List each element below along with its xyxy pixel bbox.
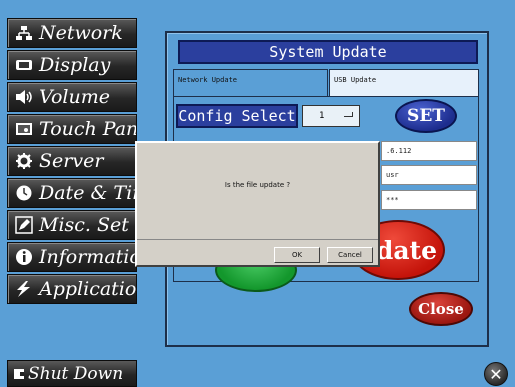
sidebar-item-label: Display (39, 54, 111, 76)
sidebar: Network Display Volume Touch Panel Serve… (0, 0, 140, 387)
network-icon (13, 24, 35, 42)
display-icon (13, 56, 35, 74)
ok-button[interactable]: OK (274, 247, 320, 263)
tab-network-update[interactable]: Network Update (173, 69, 328, 97)
server-address-field[interactable]: .6.112 (381, 141, 477, 161)
sidebar-item-label: Application (39, 278, 137, 300)
sidebar-item-label: Information (39, 246, 136, 268)
exit-button[interactable]: ✕ (484, 362, 508, 386)
sidebar-item-application[interactable]: Application (7, 274, 137, 304)
gear-icon (13, 152, 35, 170)
set-button[interactable]: SET (395, 99, 457, 133)
shutdown-icon (14, 368, 24, 379)
sidebar-item-touch-panel[interactable]: Touch Panel (7, 114, 137, 144)
password-field[interactable]: *** (381, 190, 477, 210)
panel-title: System Update (178, 40, 478, 64)
sidebar-item-misc-set[interactable]: Misc. Set (7, 210, 137, 240)
sidebar-item-information[interactable]: Information (7, 242, 137, 272)
dialog-divider (137, 239, 378, 240)
sidebar-item-server[interactable]: Server (7, 146, 137, 176)
clock-icon (13, 184, 35, 202)
touch-panel-icon (13, 120, 35, 138)
volume-icon (13, 88, 35, 106)
info-icon (13, 248, 35, 266)
sidebar-item-label: Server (39, 150, 104, 172)
sidebar-item-label: Date & Time (39, 182, 136, 204)
config-select-value: 1 (319, 111, 325, 121)
config-select-label: Config Select (176, 104, 298, 128)
sidebar-item-label: Misc. Set (39, 214, 129, 236)
shutdown-label: Shut Down (28, 363, 124, 384)
sidebar-item-label: Volume (39, 86, 110, 108)
sidebar-item-label: Touch Panel (39, 118, 136, 140)
cancel-button[interactable]: Cancel (327, 247, 373, 263)
username-field[interactable]: usr (381, 165, 477, 185)
confirm-dialog: Is the file update ? OK Cancel (135, 141, 380, 267)
tab-usb-update[interactable]: USB Update (329, 69, 479, 97)
sidebar-item-date-time[interactable]: Date & Time (7, 178, 137, 208)
dialog-message: Is the file update ? (224, 181, 291, 189)
close-button[interactable]: Close (409, 292, 473, 326)
sidebar-item-volume[interactable]: Volume (7, 82, 137, 112)
lightning-icon (13, 280, 35, 298)
sidebar-item-network[interactable]: Network (7, 18, 137, 48)
shutdown-button[interactable]: Shut Down (7, 360, 137, 387)
dropdown-arrow-icon (344, 112, 353, 117)
config-select-dropdown[interactable]: 1 (302, 105, 360, 127)
pencil-icon (13, 216, 35, 234)
sidebar-item-display[interactable]: Display (7, 50, 137, 80)
sidebar-item-label: Network (39, 22, 123, 44)
